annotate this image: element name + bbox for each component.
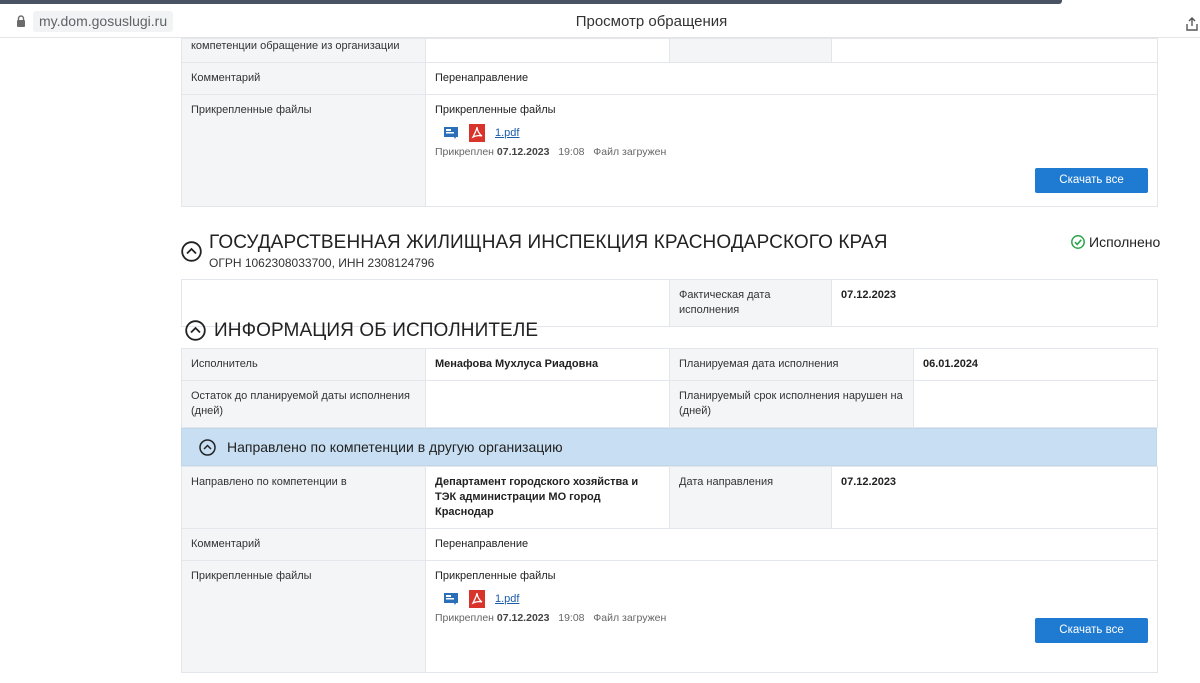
planned-date-value: 06.01.2024: [913, 348, 1158, 381]
chevron-up-circle-icon[interactable]: [185, 320, 206, 341]
sent-date-value: 07.12.2023: [831, 466, 1158, 529]
executor-section-header: ИНФОРМАЦИЯ ОБ ИСПОЛНИТЕЛЕ: [181, 316, 1157, 346]
sent-to-label: Направлено по компетенции в: [181, 466, 426, 529]
executor-block: Исполнитель Менафова Мухлуса Риадовна Пл…: [181, 348, 1158, 673]
chevron-up-circle-icon[interactable]: [199, 439, 216, 456]
redirect-file-row: 1.pdf: [435, 590, 1148, 608]
planned-date-label: Планируемая дата исполнения: [669, 348, 914, 381]
comment-label: Комментарий: [181, 62, 426, 95]
redirect-files-caption: Прикрепленные файлы: [435, 570, 556, 582]
chevron-up-circle-icon[interactable]: [181, 241, 202, 262]
remaining-days-label: Остаток до планируемой даты исполнения (…: [181, 380, 426, 428]
redirect-download-all-button[interactable]: Скачать все: [1035, 618, 1148, 643]
organization-header: ГОСУДАРСТВЕННАЯ ЖИЛИЩНАЯ ИНСПЕКЦИЯ КРАСН…: [181, 226, 1160, 278]
file-link[interactable]: 1.pdf: [495, 126, 519, 141]
redirect-files-label: Прикрепленные файлы: [181, 560, 426, 673]
download-all-button[interactable]: Скачать все: [1035, 168, 1148, 193]
organization-ids: ОГРН 1062308033700, ИНН 2308124796: [209, 256, 435, 270]
files-caption: Прикрепленные файлы: [435, 104, 556, 116]
executor-label: Исполнитель: [181, 348, 426, 381]
check-circle-icon: [1071, 235, 1085, 249]
status-badge: Исполнено: [1071, 234, 1160, 250]
status-text: Исполнено: [1089, 234, 1161, 250]
violated-days-label: Планируемый срок исполнения нарушен на (…: [669, 380, 914, 428]
browser-toolbar: my.dom.gosuslugi.ru Просмотр обращения: [0, 4, 1200, 38]
redirect-comment-label: Комментарий: [181, 528, 426, 561]
cut-label: компетенции обращение из организации: [181, 38, 426, 63]
violated-days-value: [913, 380, 1158, 428]
executor-value: Менафова Мухлуса Риадовна: [425, 348, 670, 381]
redirect-section-title: Направлено по компетенции в другую орган…: [227, 439, 563, 455]
redirect-comment-value: Перенаправление: [425, 528, 1158, 561]
redirect-files-cell: Прикрепленные файлы 1.pdf Прикреплен 07.…: [425, 560, 1158, 673]
comment-value: Перенаправление: [425, 62, 1158, 95]
sent-to-value: Департамент городского хозяйства и ТЭК а…: [425, 466, 670, 529]
pdf-icon[interactable]: [469, 590, 485, 608]
remaining-days-value: [425, 380, 670, 428]
cut-label-2: [669, 38, 832, 63]
files-label: Прикрепленные файлы: [181, 94, 426, 207]
executor-section-title: ИНФОРМАЦИЯ ОБ ИСПОЛНИТЕЛЕ: [214, 320, 539, 341]
attached-meta: Прикреплен 07.12.2023 19:08 Файл загруже…: [435, 146, 667, 158]
cut-value: [425, 38, 670, 63]
page-title: Просмотр обращения: [575, 13, 728, 30]
redirect-section-header[interactable]: Направлено по компетенции в другую орган…: [181, 428, 1157, 466]
pdf-icon[interactable]: [469, 124, 485, 142]
signature-icon[interactable]: [443, 126, 459, 140]
sent-date-label: Дата направления: [669, 466, 832, 529]
redirect-file-link[interactable]: 1.pdf: [495, 592, 519, 607]
share-icon[interactable]: [1184, 16, 1200, 32]
previous-redirect-block: компетенции обращение из организации Ком…: [181, 38, 1158, 207]
organization-name: ГОСУДАРСТВЕННАЯ ЖИЛИЩНАЯ ИНСПЕКЦИЯ КРАСН…: [209, 232, 888, 253]
signature-icon[interactable]: [443, 592, 459, 606]
cut-value-2: [831, 38, 1158, 63]
file-row: 1.pdf: [435, 124, 1148, 142]
